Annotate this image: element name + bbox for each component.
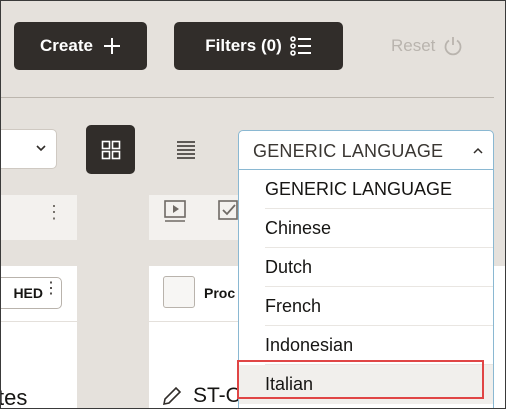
language-option[interactable]: Indonesian <box>239 326 493 365</box>
more-vertical-icon[interactable]: ⋮ <box>45 203 63 221</box>
language-dropdown: GENERIC LANGUAGE Chinese Dutch French In… <box>238 170 494 409</box>
select-checkbox[interactable] <box>163 276 195 308</box>
content-card[interactable]: Proc ST-OGL News - 1 <box>149 266 358 409</box>
edit-icon[interactable] <box>161 385 183 407</box>
filter-list-icon <box>289 36 311 56</box>
power-icon <box>445 37 462 56</box>
toolbar-divider <box>0 97 494 98</box>
status-text: HED <box>13 285 43 301</box>
filters-button[interactable]: Filters (0) <box>174 22 343 70</box>
create-label: Create <box>40 36 93 55</box>
option-label: Dutch <box>265 257 313 277</box>
language-select[interactable]: GENERIC LANGUAGE <box>238 130 494 170</box>
option-label: GENERIC LANGUAGE <box>265 179 453 199</box>
chevron-down-icon <box>36 145 46 152</box>
row-divider <box>0 321 77 322</box>
option-label: Indonesian <box>265 335 354 355</box>
grid-icon <box>101 140 120 159</box>
row-divider <box>149 321 249 322</box>
list-view-button[interactable] <box>175 138 197 160</box>
content-card[interactable]: HED ⋮ tes <box>0 266 77 409</box>
create-button[interactable]: Create <box>14 22 147 70</box>
sort-select[interactable] <box>0 129 57 169</box>
card-toolbar <box>149 195 249 240</box>
list-icon <box>177 141 195 159</box>
card-title: tes <box>0 385 28 409</box>
language-option-italian[interactable]: Italian <box>239 365 493 404</box>
language-option[interactable]: French <box>239 287 493 326</box>
grid-view-button[interactable] <box>86 125 135 174</box>
reset-label: Reset <box>391 36 436 55</box>
play-icon[interactable] <box>163 199 189 223</box>
column-header: Proc <box>204 285 236 301</box>
card-header: ⋮ <box>0 195 77 240</box>
option-label: Chinese <box>265 218 332 238</box>
filters-label: Filters (0) <box>205 36 282 55</box>
language-option[interactable]: GENERIC LANGUAGE <box>239 170 493 209</box>
option-label: Italian <box>265 374 314 394</box>
plus-icon <box>103 38 120 54</box>
option-label: French <box>265 296 322 316</box>
language-select-value: GENERIC LANGUAGE <box>253 141 444 161</box>
language-option[interactable]: Dutch <box>239 248 493 287</box>
chevron-up-icon <box>473 147 483 154</box>
reset-button[interactable]: Reset <box>391 35 463 57</box>
card-more-icon[interactable]: ⋮ <box>43 281 59 297</box>
language-option[interactable]: Chinese <box>239 209 493 248</box>
